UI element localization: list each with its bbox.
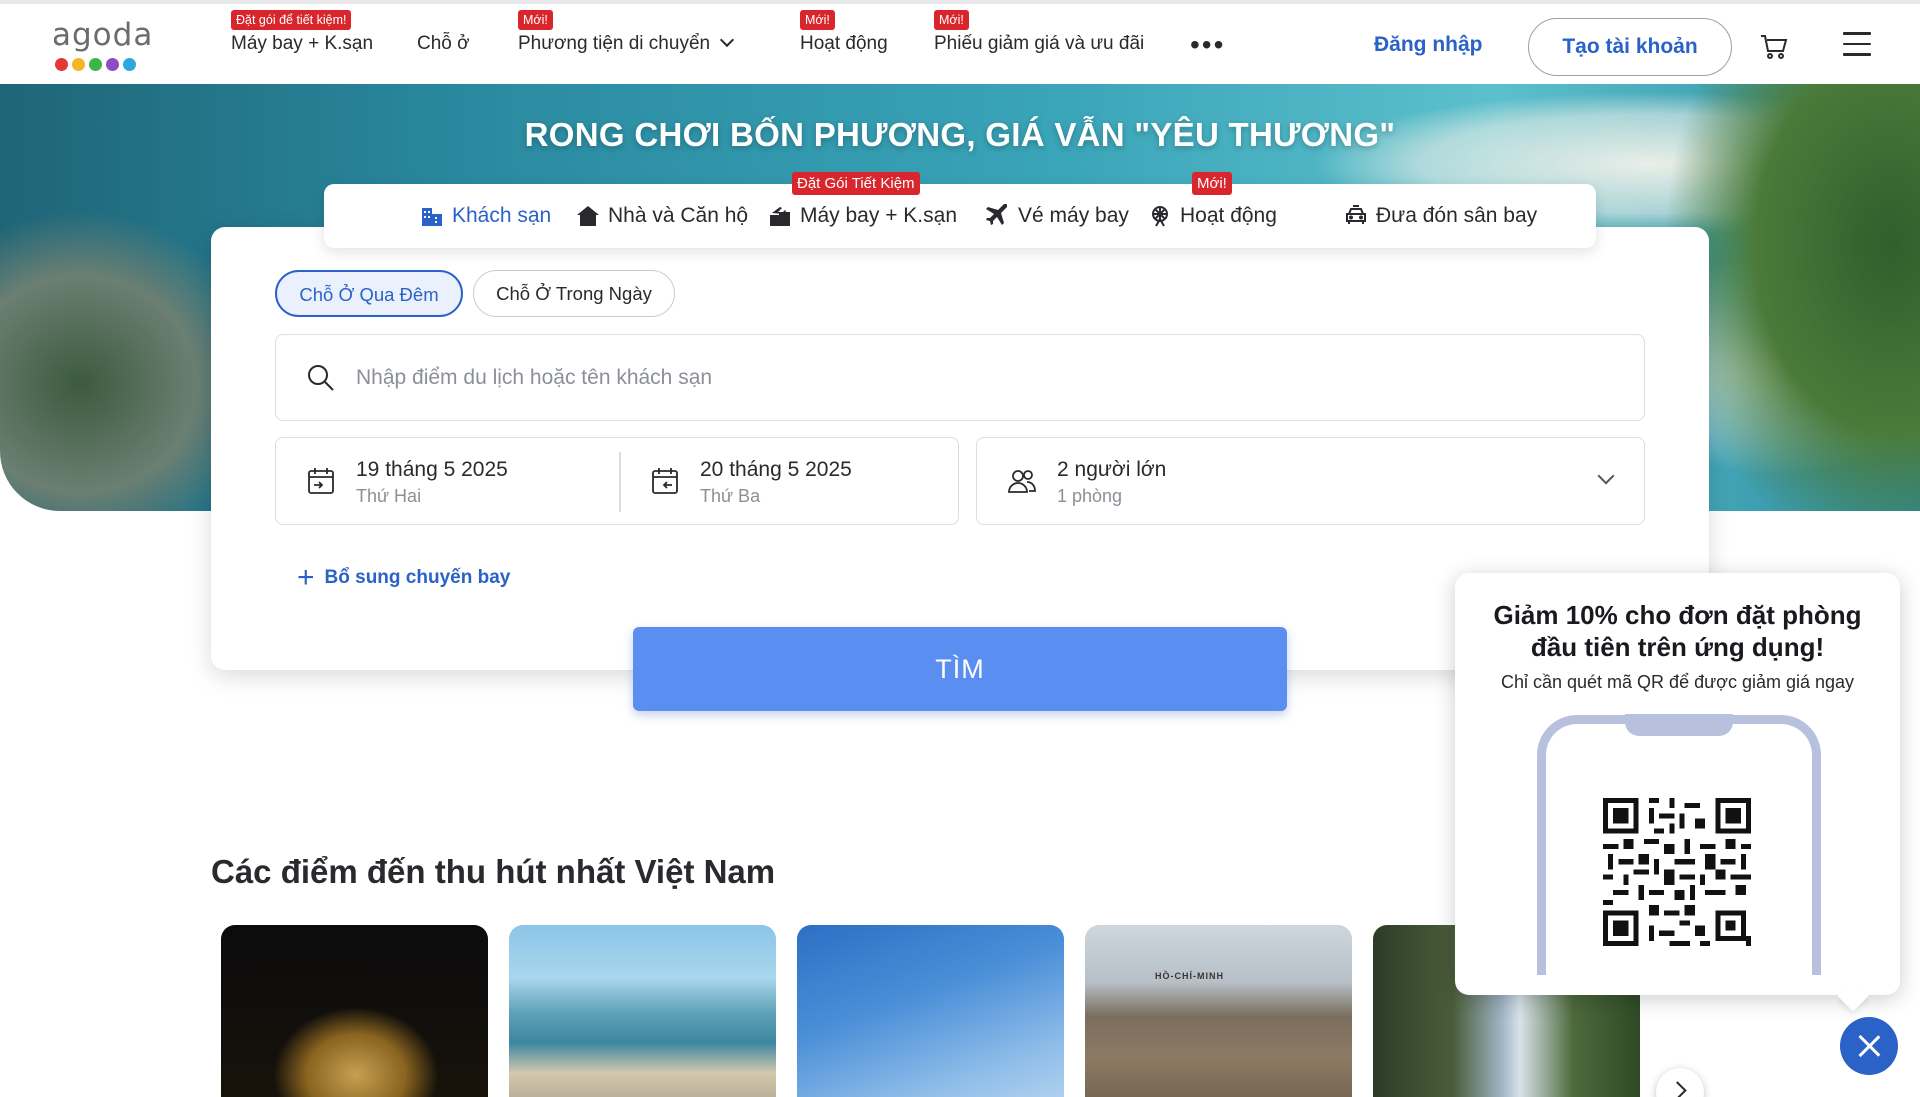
destination-card-saigon-city-hall[interactable]: [221, 925, 488, 1097]
day-use-stay-toggle[interactable]: Chỗ Ở Trong Ngày: [473, 270, 675, 317]
nav-label: Máy bay + K.sạn: [231, 33, 374, 54]
checkin-calendar-icon: [308, 468, 334, 494]
tab-badge-new: Mới!: [1192, 172, 1232, 195]
car-icon: [1346, 205, 1366, 224]
checkin-date-field[interactable]: 19 tháng 5 2025 Thứ Hai: [276, 438, 616, 524]
top-navigation: agoda Đặt gói để tiết kiệm! Máy bay + K.…: [0, 0, 1920, 84]
rooms-count: 1 phòng: [1057, 486, 1123, 506]
destination-card-beach-city[interactable]: [509, 925, 776, 1097]
flight-hotel-icon: [770, 207, 790, 226]
close-popup-button[interactable]: [1840, 1017, 1898, 1075]
home-icon: [577, 206, 599, 226]
checkin-date: 19 tháng 5 2025: [356, 458, 508, 481]
adults-count: 2 người lớn: [1057, 458, 1167, 481]
checkin-weekday: Thứ Hai: [356, 486, 422, 506]
ferris-wheel-icon: [1152, 206, 1168, 227]
carousel-next-button[interactable]: [1656, 1068, 1704, 1097]
nav-label: Chỗ ở: [417, 33, 470, 54]
checkout-date: 20 tháng 5 2025: [700, 458, 852, 481]
cart-icon[interactable]: [1760, 34, 1788, 60]
hotel-icon: [422, 208, 442, 226]
add-flight-button[interactable]: + Bổ sung chuyến bay: [297, 561, 511, 594]
nav-label: Phiếu giảm giá và ưu đãi: [934, 33, 1145, 54]
hero-title: RONG CHƠI BỐN PHƯƠNG, GIÁ VẪN "YÊU THƯƠN…: [524, 116, 1396, 153]
app-promo-popup: Giảm 10% cho đơn đặt phòng đầu tiên trên…: [1455, 573, 1900, 995]
search-button[interactable]: TÌM: [633, 627, 1287, 711]
nav-badge-new: Mới!: [934, 10, 969, 30]
tab-badge-save: Đặt Gói Tiết Kiệm: [792, 172, 920, 195]
product-tabs: Khách sạn Nhà và Căn hộ Đặt Gói Tiết Kiệ…: [324, 172, 1596, 248]
plus-icon: +: [297, 561, 315, 594]
logo-dots: [55, 58, 162, 71]
popup-title: Giảm 10% cho đơn đặt phòng đầu tiên trên…: [1455, 599, 1900, 663]
nav-label: Phương tiện di chuyển: [518, 33, 711, 54]
checkout-date-field[interactable]: 20 tháng 5 2025 Thứ Ba: [620, 438, 960, 524]
plane-icon: [986, 204, 1007, 225]
nav-badge-new: Mới!: [518, 10, 553, 30]
nav-badge-save: Đặt gói để tiết kiệm!: [231, 10, 352, 30]
agoda-logo[interactable]: agoda: [52, 18, 162, 76]
chevron-down-icon: [1597, 467, 1615, 485]
login-link[interactable]: Đăng nhập: [1374, 33, 1483, 57]
mausoleum-sign: HỒ-CHÍ-MINH: [1155, 971, 1224, 981]
popup-subtitle: Chỉ cần quét mã QR để được giảm giá ngay: [1500, 672, 1855, 692]
tab-label: Máy bay + K.sạn: [800, 204, 957, 227]
tab-label: Đưa đón sân bay: [1376, 204, 1538, 227]
date-picker: 19 tháng 5 2025 Thứ Hai 20 tháng 5 2025 …: [275, 437, 959, 525]
checkout-weekday: Thứ Ba: [700, 486, 761, 506]
phone-notch: [1625, 714, 1733, 736]
qr-code-icon: [1603, 798, 1751, 946]
destination-search-field[interactable]: [275, 334, 1645, 421]
hamburger-menu-icon[interactable]: [1843, 32, 1871, 56]
nav-label: Hoạt động: [800, 33, 888, 54]
tab-label: Khách sạn: [452, 204, 552, 227]
destination-search-input[interactable]: [356, 355, 1616, 401]
add-flight-label: Bổ sung chuyến bay: [324, 567, 511, 588]
tab-label: Nhà và Căn hộ: [608, 204, 749, 227]
signup-button[interactable]: Tạo tài khoản: [1528, 18, 1732, 76]
more-menu-button[interactable]: •••: [1190, 31, 1225, 59]
tab-label: Hoạt động: [1180, 204, 1277, 227]
destination-card-blue-sky[interactable]: [797, 925, 1064, 1097]
tab-label: Vé máy bay: [1018, 204, 1129, 227]
nav-badge-new: Mới!: [800, 10, 835, 30]
overnight-stay-toggle[interactable]: Chỗ Ở Qua Đêm: [275, 270, 463, 317]
destination-card-hanoi-mausoleum[interactable]: HỒ-CHÍ-MINH: [1085, 925, 1352, 1097]
popup-title-line1: Giảm 10% cho đơn đặt phòng: [1493, 600, 1862, 630]
people-icon: [1008, 470, 1036, 493]
search-icon: [308, 365, 334, 391]
destinations-title: Các điểm đến thu hút nhất Việt Nam: [211, 853, 776, 890]
checkout-calendar-icon: [652, 468, 678, 494]
chevron-down-icon: [720, 32, 735, 48]
logo-text: agoda: [52, 17, 154, 53]
popup-title-line2: đầu tiên trên ứng dụng!: [1530, 632, 1825, 662]
guests-selector[interactable]: 2 người lớn 1 phòng: [976, 437, 1645, 525]
